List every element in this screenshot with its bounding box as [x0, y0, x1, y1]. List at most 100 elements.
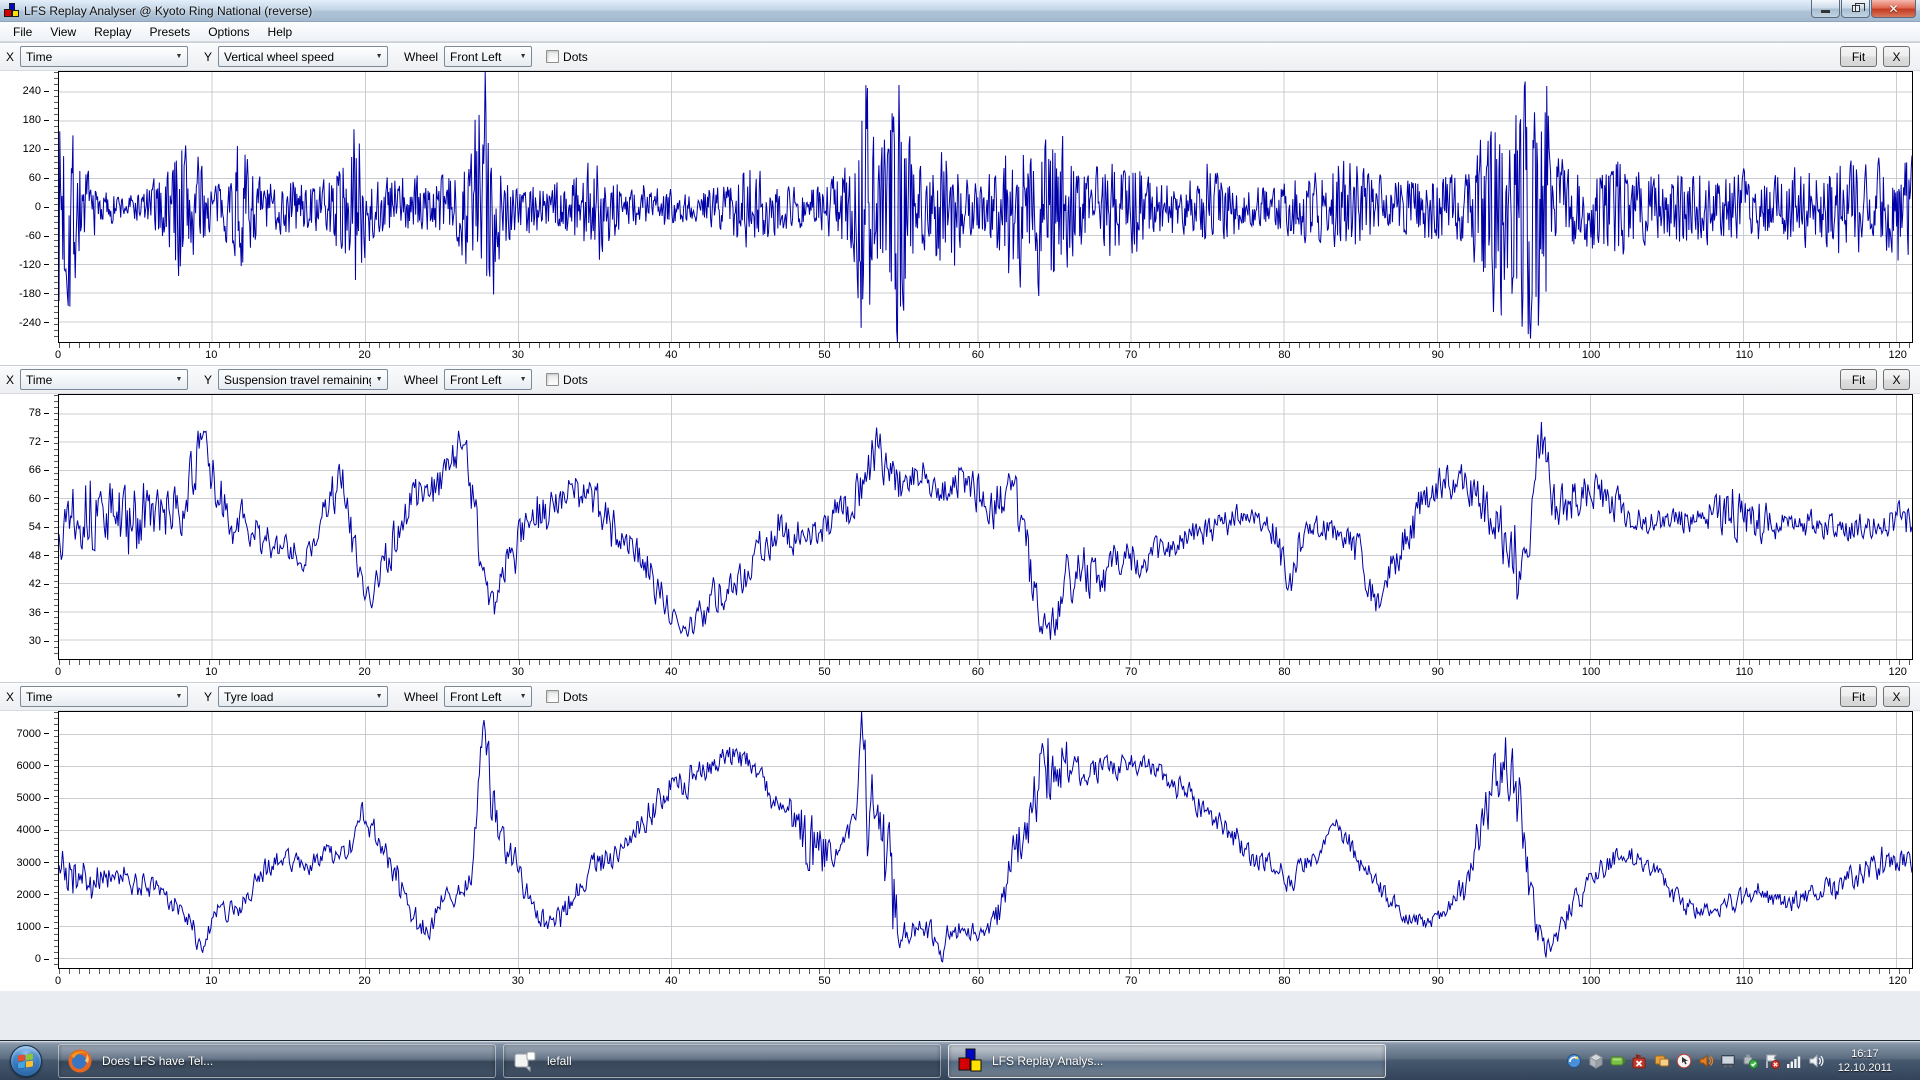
network-signal-icon[interactable] [1785, 1051, 1804, 1070]
y-axis-select[interactable]: Suspension travel remaining ▼ [218, 369, 388, 390]
close-chart-button[interactable]: X [1883, 369, 1910, 390]
fit-button[interactable]: Fit [1840, 369, 1877, 390]
x-axis-ticks: 0102030405060708090100110120 [58, 343, 1913, 365]
taskbar-button-lefall[interactable]: lefall [503, 1044, 941, 1078]
y-tick-label: 7000 [17, 728, 49, 740]
menu-item-view[interactable]: View [41, 23, 85, 41]
x-tick-label: 0 [55, 975, 61, 987]
x-tick-label: 120 [1888, 666, 1906, 678]
y-minor-ticks [54, 712, 58, 968]
fit-button[interactable]: Fit [1840, 686, 1877, 707]
close-button[interactable]: ✕ [1871, 0, 1916, 18]
close-chart-button[interactable]: X [1883, 686, 1910, 707]
taskbar-button-lfs-replay-analys[interactable]: LFS Replay Analys... [948, 1044, 1386, 1078]
chevron-down-icon: ▼ [171, 53, 187, 60]
menu-item-help[interactable]: Help [259, 23, 302, 41]
x-tick-label: 100 [1582, 349, 1600, 361]
dots-checkbox[interactable]: Dots [546, 50, 588, 64]
chart1-toolbar: X Time ▼ Y Vertical wheel speed ▼ Wheel … [0, 42, 1920, 71]
x-tick-label: 80 [1278, 666, 1290, 678]
y-tick-label: 2000 [17, 889, 49, 901]
y-tick-label: 3000 [17, 857, 49, 869]
fit-button[interactable]: Fit [1840, 46, 1877, 67]
chevron-down-icon: ▼ [371, 53, 387, 60]
close-chart-button[interactable]: X [1883, 46, 1910, 67]
x-tick-label: 30 [512, 975, 524, 987]
menu-item-replay[interactable]: Replay [85, 23, 140, 41]
x-axis-ticks: 0102030405060708090100110120 [58, 969, 1913, 991]
app-icon [4, 3, 19, 18]
y-tick-label: -240 [19, 317, 49, 329]
close-icon: ✕ [1888, 2, 1898, 16]
y-tick-label: 60 [29, 172, 49, 184]
x-tick-label: 60 [972, 975, 984, 987]
cube-icon[interactable] [1587, 1051, 1606, 1070]
system-tray: 16:17 12.10.2011 [1565, 1041, 1920, 1080]
antivirus-flag-icon[interactable] [1631, 1051, 1650, 1070]
dots-checkbox[interactable]: Dots [546, 373, 588, 387]
x-tick-label: 110 [1736, 349, 1754, 361]
x-tick-label: 20 [358, 666, 370, 678]
chart2-toolbar: X Time ▼ Y Suspension travel remaining ▼… [0, 365, 1920, 394]
y-axis-select[interactable]: Vertical wheel speed ▼ [218, 46, 388, 67]
dots-checkbox[interactable]: Dots [546, 690, 588, 704]
y-tick-label: -120 [19, 259, 49, 271]
messenger-icon[interactable] [1653, 1051, 1672, 1070]
x-tick-label: 40 [665, 349, 677, 361]
chevron-down-icon: ▼ [171, 693, 187, 700]
x-tick-label: 60 [972, 666, 984, 678]
x-tick-label: 0 [55, 349, 61, 361]
restore-button[interactable] [1841, 0, 1870, 18]
checkbox-box[interactable] [546, 50, 559, 63]
display-icon[interactable] [1719, 1051, 1738, 1070]
taskbar-button-label: lefall [547, 1054, 572, 1068]
wheel-label: Wheel [404, 690, 438, 704]
menu-bar: FileViewReplayPresetsOptionsHelp [0, 22, 1920, 42]
x-axis-select[interactable]: Time ▼ [20, 46, 188, 67]
taskbar-button-does-lfs-have-tel[interactable]: Does LFS have Tel... [58, 1044, 496, 1078]
chevron-down-icon: ▼ [371, 693, 387, 700]
y-tick-label: 72 [29, 436, 49, 448]
action-center-flag-icon[interactable] [1763, 1051, 1782, 1070]
x-tick-label: 50 [818, 975, 830, 987]
wheel-select[interactable]: Front Left ▼ [444, 46, 532, 67]
y-tick-label: 42 [29, 578, 49, 590]
x-axis-label: X [6, 373, 14, 387]
y-axis-select[interactable]: Tyre load ▼ [218, 686, 388, 707]
chart-panel-suspension-travel: X Time ▼ Y Suspension travel remaining ▼… [0, 365, 1920, 682]
menu-item-options[interactable]: Options [199, 23, 258, 41]
usb-eject-icon[interactable] [1741, 1051, 1760, 1070]
clock[interactable]: 16:17 12.10.2011 [1829, 1047, 1901, 1075]
updater-icon[interactable] [1565, 1051, 1584, 1070]
clock-time: 16:17 [1851, 1047, 1879, 1061]
x-axis-select[interactable]: Time ▼ [20, 369, 188, 390]
volume-mixer-icon[interactable] [1697, 1051, 1716, 1070]
x-axis-select[interactable]: Time ▼ [20, 686, 188, 707]
clock-date: 12.10.2011 [1838, 1061, 1892, 1075]
y-axis-ticks: 787266605448423630 [0, 394, 58, 660]
chevron-down-icon: ▼ [371, 376, 387, 383]
title-bar[interactable]: LFS Replay Analyser @ Kyoto Ring Nationa… [0, 0, 1920, 22]
firefox-icon [67, 1048, 93, 1074]
x-tick-label: 120 [1888, 975, 1906, 987]
telemetry-line [59, 712, 1912, 962]
checkbox-box[interactable] [546, 690, 559, 703]
chart-plot-vertical-wheel-speed[interactable] [58, 71, 1913, 343]
battery-icon[interactable] [1609, 1051, 1628, 1070]
checkbox-box[interactable] [546, 373, 559, 386]
chart-plot-suspension-travel[interactable] [58, 394, 1913, 660]
menu-item-presets[interactable]: Presets [141, 23, 200, 41]
chart-plot-tyre-load[interactable] [58, 711, 1913, 969]
x-tick-label: 80 [1278, 349, 1290, 361]
minimize-icon [1821, 10, 1830, 13]
wheel-select[interactable]: Front Left ▼ [444, 369, 532, 390]
x-axis-ticks: 0102030405060708090100110120 [58, 660, 1913, 682]
x-tick-label: 80 [1278, 975, 1290, 987]
speaker-icon[interactable] [1807, 1051, 1826, 1070]
start-button[interactable] [0, 1041, 52, 1080]
wheel-select[interactable]: Front Left ▼ [444, 686, 532, 707]
minimize-button[interactable] [1811, 0, 1840, 18]
window-title: LFS Replay Analyser @ Kyoto Ring Nationa… [24, 4, 312, 18]
menu-item-file[interactable]: File [4, 23, 41, 41]
pointer-icon[interactable] [1675, 1051, 1694, 1070]
